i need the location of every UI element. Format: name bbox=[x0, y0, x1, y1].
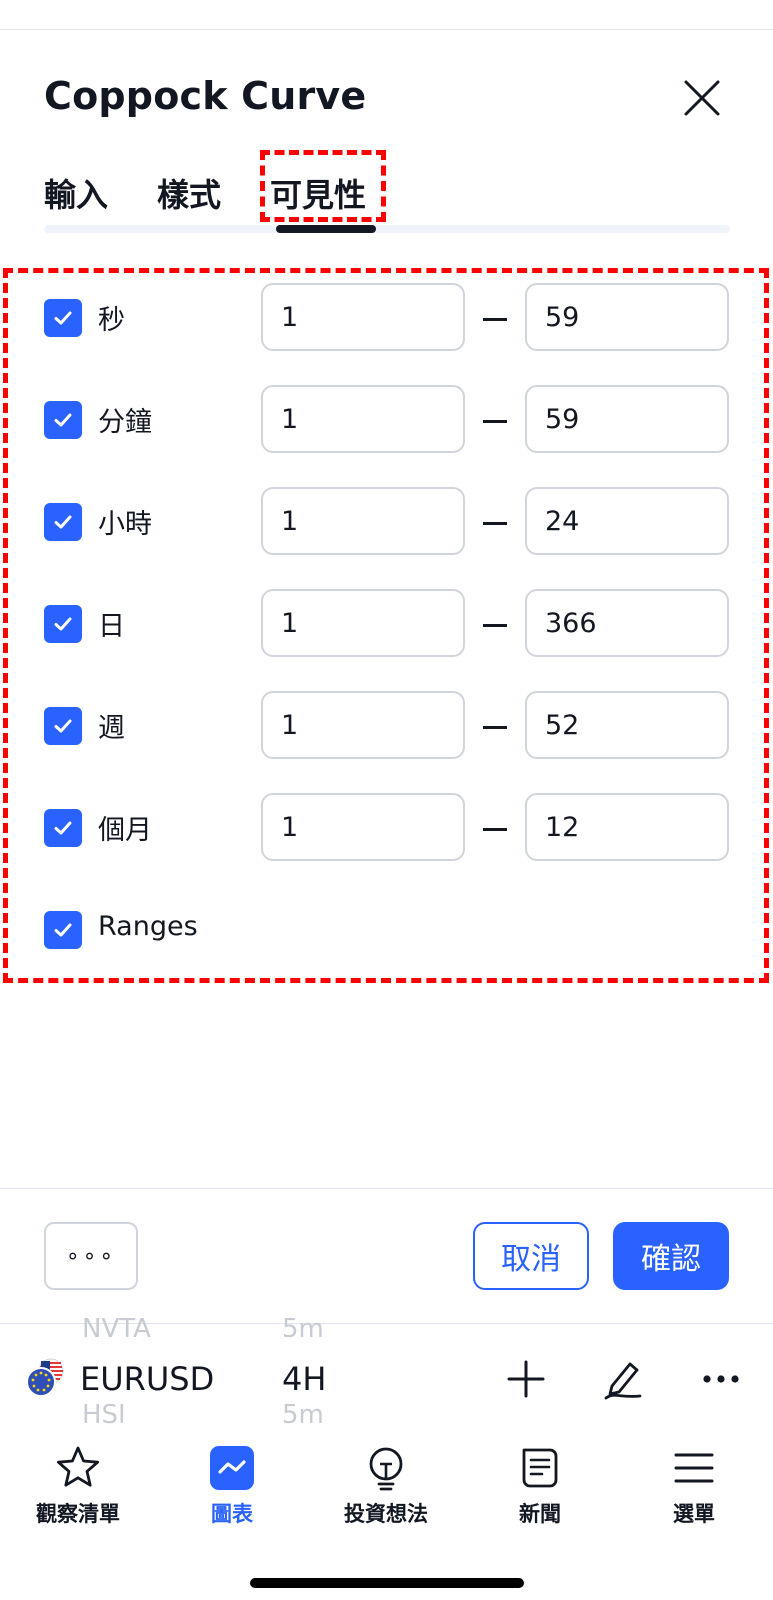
days-checkbox[interactable] bbox=[44, 605, 82, 643]
minutes-to-input[interactable]: 59 bbox=[525, 385, 729, 453]
check-icon bbox=[54, 515, 72, 529]
weeks-to-input[interactable]: 52 bbox=[525, 691, 729, 759]
check-icon bbox=[54, 923, 72, 937]
tab-active-indicator bbox=[276, 225, 376, 233]
hours-to-input[interactable]: 24 bbox=[525, 487, 729, 555]
cancel-button[interactable]: 取消 bbox=[473, 1222, 589, 1290]
more-horizontal-icon[interactable] bbox=[698, 1356, 744, 1402]
days-from-input[interactable]: 1 bbox=[261, 589, 465, 657]
star-icon bbox=[57, 1446, 99, 1487]
hours-checkbox[interactable] bbox=[44, 503, 82, 541]
months-checkbox[interactable] bbox=[44, 809, 82, 847]
seconds-from-input[interactable]: 1 bbox=[261, 283, 465, 351]
plus-icon[interactable] bbox=[503, 1356, 549, 1402]
close-icon[interactable] bbox=[680, 76, 724, 120]
seconds-checkbox[interactable] bbox=[44, 299, 82, 337]
weeks-from-input[interactable]: 1 bbox=[261, 691, 465, 759]
nav-chart[interactable]: 圖表 bbox=[162, 1444, 302, 1528]
pen-icon[interactable] bbox=[600, 1356, 646, 1402]
range-dash bbox=[483, 828, 507, 831]
hours-label: 小時 bbox=[98, 509, 152, 540]
weeks-label: 週 bbox=[98, 713, 125, 744]
range-dash bbox=[483, 624, 507, 627]
interval-selector[interactable]: 4H bbox=[282, 1360, 326, 1398]
range-dash bbox=[483, 726, 507, 729]
tab-track bbox=[44, 225, 730, 233]
tab-visibility[interactable]: 可見性 bbox=[270, 170, 366, 216]
top-divider bbox=[0, 29, 773, 30]
weeks-checkbox[interactable] bbox=[44, 707, 82, 745]
check-icon bbox=[54, 413, 72, 427]
dialog-title: Coppock Curve bbox=[44, 74, 367, 118]
months-to-input[interactable]: 12 bbox=[525, 793, 729, 861]
nav-menu[interactable]: 選單 bbox=[624, 1444, 764, 1528]
check-icon bbox=[54, 719, 72, 733]
eurusd-flag-icon bbox=[26, 1358, 64, 1397]
minutes-checkbox[interactable] bbox=[44, 401, 82, 439]
nav-chart-label: 圖表 bbox=[211, 1502, 253, 1526]
days-label: 日 bbox=[98, 611, 125, 642]
seconds-to-input[interactable]: 59 bbox=[525, 283, 729, 351]
more-options-button[interactable]: ∘∘∘ bbox=[44, 1222, 138, 1290]
minutes-label: 分鐘 bbox=[98, 407, 152, 438]
nav-ideas[interactable]: 投資想法 bbox=[316, 1444, 456, 1528]
check-icon bbox=[54, 821, 72, 835]
tab-style[interactable]: 樣式 bbox=[157, 170, 221, 216]
ghost-symbol-next: HSI bbox=[82, 1400, 126, 1430]
footer-divider bbox=[0, 1188, 773, 1189]
check-icon bbox=[54, 617, 72, 631]
nav-menu-label: 選單 bbox=[673, 1502, 715, 1526]
nav-news[interactable]: 新聞 bbox=[470, 1444, 610, 1528]
confirm-button[interactable]: 確認 bbox=[613, 1222, 729, 1290]
ghost-interval-next: 5m bbox=[282, 1400, 324, 1430]
range-dash bbox=[483, 318, 507, 321]
check-icon bbox=[54, 311, 72, 325]
tab-inputs[interactable]: 輸入 bbox=[44, 170, 108, 216]
ranges-checkbox[interactable] bbox=[44, 911, 82, 949]
bottom-nav: 觀察清單 圖表 投資想法 新聞 選單 bbox=[0, 1430, 773, 1600]
range-dash bbox=[483, 522, 507, 525]
nav-watchlist[interactable]: 觀察清單 bbox=[8, 1444, 148, 1528]
nav-watchlist-label: 觀察清單 bbox=[36, 1502, 120, 1526]
minutes-from-input[interactable]: 1 bbox=[261, 385, 465, 453]
ranges-label: Ranges bbox=[98, 911, 198, 942]
chart-icon bbox=[210, 1446, 254, 1490]
news-icon bbox=[522, 1448, 558, 1488]
days-to-input[interactable]: 366 bbox=[525, 589, 729, 657]
lightbulb-icon bbox=[369, 1447, 403, 1491]
home-indicator bbox=[250, 1578, 524, 1588]
hours-from-input[interactable]: 1 bbox=[261, 487, 465, 555]
range-dash bbox=[483, 420, 507, 423]
symbol-name[interactable]: EURUSD bbox=[80, 1360, 214, 1398]
nav-news-label: 新聞 bbox=[519, 1502, 561, 1526]
menu-icon bbox=[674, 1453, 714, 1483]
nav-ideas-label: 投資想法 bbox=[344, 1502, 428, 1526]
seconds-label: 秒 bbox=[98, 305, 125, 336]
months-label: 個月 bbox=[98, 815, 152, 846]
months-from-input[interactable]: 1 bbox=[261, 793, 465, 861]
